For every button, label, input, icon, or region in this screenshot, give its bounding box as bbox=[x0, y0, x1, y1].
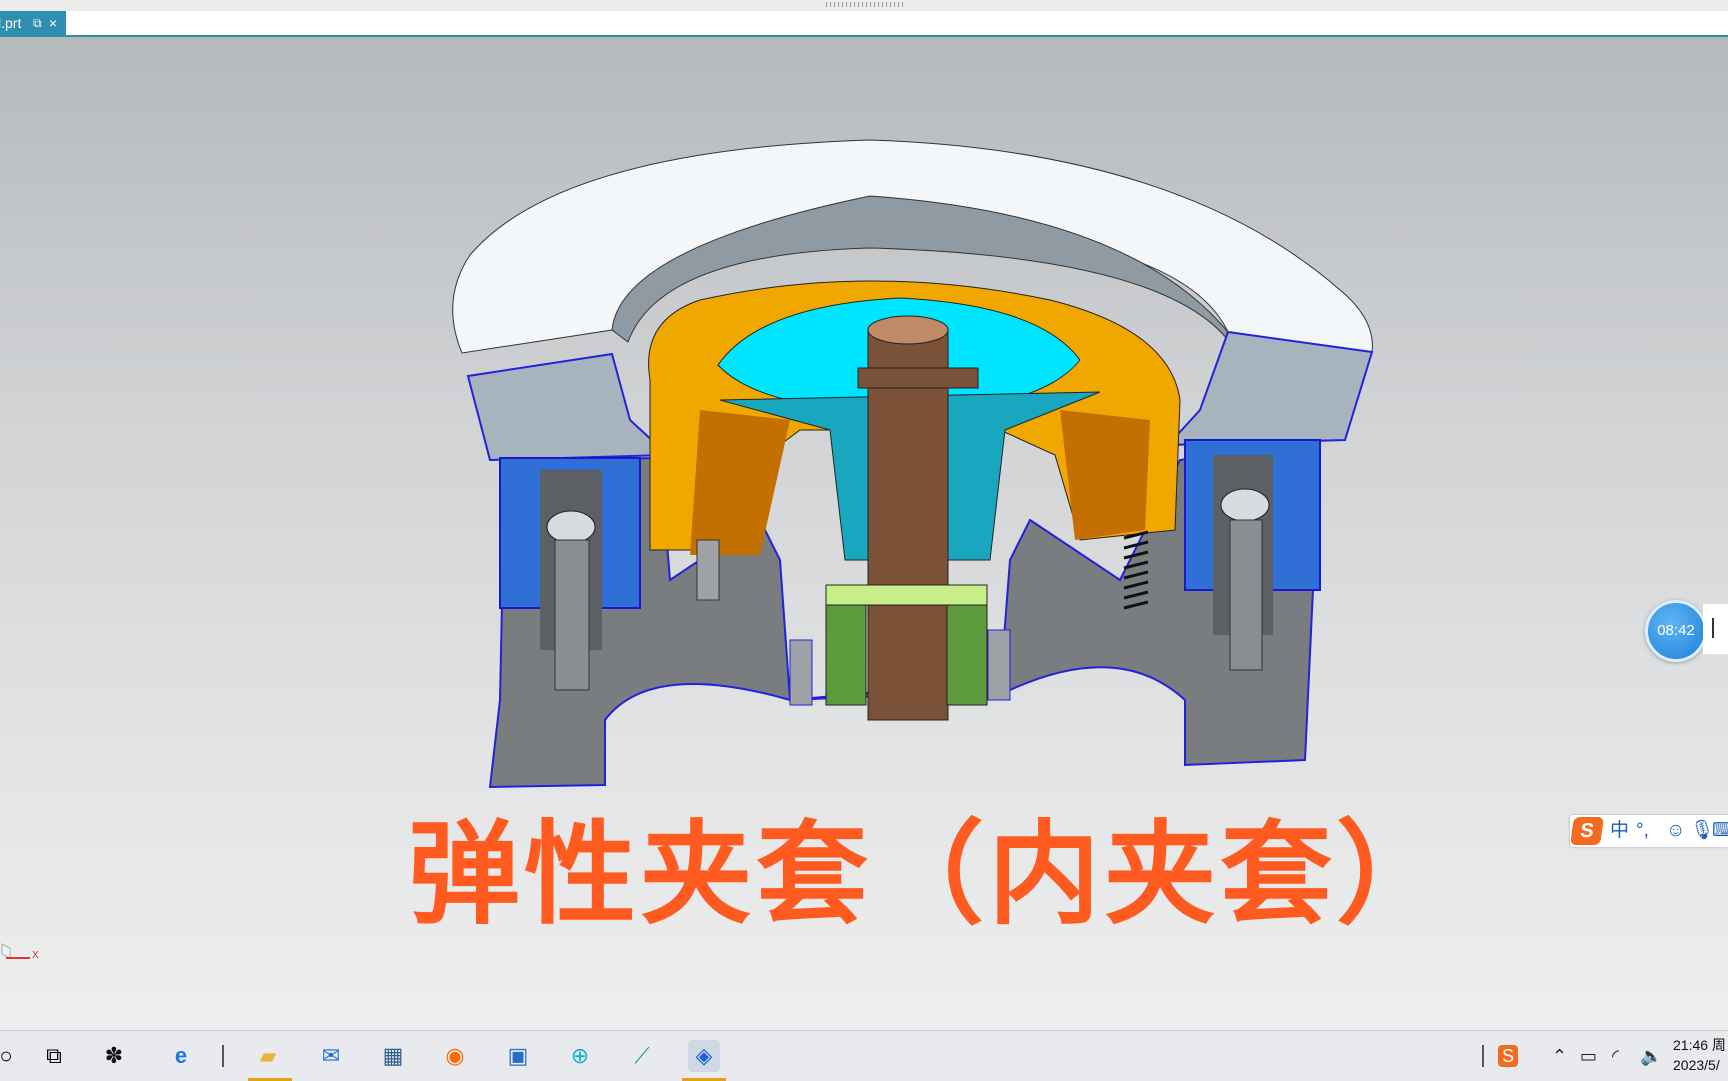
clock-date: 2023/5/ bbox=[1673, 1057, 1720, 1073]
screw-small-right bbox=[987, 629, 1011, 701]
ime-mode-chinese[interactable]: 中 bbox=[1610, 819, 1629, 843]
battery-icon[interactable]: ▭ bbox=[1580, 1045, 1597, 1067]
sogou-logo[interactable]: S bbox=[1570, 817, 1604, 845]
volume-icon[interactable]: 🔈 bbox=[1640, 1045, 1662, 1067]
recording-timer[interactable]: 08:42 bbox=[1645, 600, 1707, 662]
calculator-icon[interactable]: ▦ bbox=[377, 1040, 409, 1072]
green-bushing-top bbox=[825, 584, 988, 606]
bolt-head-right bbox=[1220, 488, 1270, 522]
plus-app-icon[interactable]: ⊕ bbox=[564, 1040, 596, 1072]
mail-icon[interactable]: ✉ bbox=[315, 1040, 347, 1072]
chevron-up-icon[interactable]: ⌃ bbox=[1552, 1045, 1567, 1067]
fan-app-icon[interactable]: ✽ bbox=[98, 1040, 130, 1072]
flange-section-left bbox=[466, 352, 671, 462]
pin-icon[interactable]: ⧉ bbox=[33, 11, 42, 35]
keyboard-icon[interactable]: ⌨ bbox=[1712, 819, 1728, 843]
screw-small-left bbox=[789, 639, 813, 706]
pin-left bbox=[696, 539, 720, 601]
collet-inner-shadow bbox=[690, 410, 790, 555]
clock-time: 21:46 周 bbox=[1673, 1037, 1726, 1053]
chart-app-icon[interactable]: ⟋ bbox=[626, 1040, 658, 1072]
document-tab[interactable]: l.prt ⧉ × bbox=[0, 11, 66, 35]
flange-section-right bbox=[1165, 330, 1374, 447]
tray-ime-icon[interactable]: S bbox=[1498, 1045, 1518, 1067]
nx-cad-icon[interactable]: ◈ bbox=[688, 1040, 720, 1072]
wifi-icon[interactable]: ◜ bbox=[1612, 1045, 1619, 1067]
firefox-icon[interactable]: ◉ bbox=[439, 1040, 471, 1072]
document-tab-bar: l.prt ⧉ × bbox=[0, 11, 1728, 37]
axis-triad: X bbox=[0, 942, 48, 995]
drag-grip[interactable] bbox=[826, 2, 906, 7]
remote-desktop-icon[interactable]: ▣ bbox=[502, 1040, 534, 1072]
timer-panel[interactable] bbox=[1703, 604, 1728, 654]
clock[interactable]: 21:46 周 2023/5/ bbox=[1673, 1035, 1726, 1075]
internet-explorer-icon[interactable]: e bbox=[165, 1040, 197, 1072]
close-icon[interactable]: × bbox=[49, 11, 57, 35]
bolt-shank-left bbox=[554, 539, 590, 691]
taskbar-separator bbox=[222, 1045, 224, 1067]
collet-inner-shadow-right bbox=[1060, 410, 1150, 540]
3d-viewport[interactable]: X 08:42 S 中 °, ☺ 🎙 ⌨ 弹性夹套（内夹套） bbox=[0, 37, 1728, 1030]
center-bolt-collar bbox=[857, 367, 979, 389]
search-icon[interactable]: ○ bbox=[0, 1040, 22, 1072]
file-explorer-icon[interactable]: ▰ bbox=[252, 1040, 284, 1072]
video-caption: 弹性夹套（内夹套） bbox=[408, 810, 1452, 940]
ime-punctuation[interactable]: °, bbox=[1636, 819, 1649, 843]
window-top-strip bbox=[0, 0, 1728, 11]
green-bushing-right bbox=[946, 599, 988, 706]
smiley-icon[interactable]: ☺ bbox=[1666, 819, 1685, 843]
tray-separator bbox=[1482, 1045, 1484, 1067]
bolt-shank-right bbox=[1229, 519, 1263, 671]
bolt-head-left bbox=[546, 510, 596, 544]
tab-label: l.prt bbox=[0, 15, 22, 31]
task-view-icon[interactable]: ⧉ bbox=[38, 1040, 70, 1072]
axis-x-label: X bbox=[32, 950, 39, 961]
green-bushing-left bbox=[825, 599, 867, 706]
ime-toolbar[interactable]: S 中 °, ☺ 🎙 ⌨ bbox=[1570, 815, 1728, 847]
center-bolt-top bbox=[867, 315, 949, 345]
taskbar: ○ ⧉ ✽ e ▰ ✉ ▦ ◉ ▣ ⊕ ⟋ ◈ S ⌃ ▭ ◜ 🔈 21:46 … bbox=[0, 1030, 1728, 1081]
microphone-icon[interactable]: 🎙 bbox=[1690, 819, 1714, 843]
